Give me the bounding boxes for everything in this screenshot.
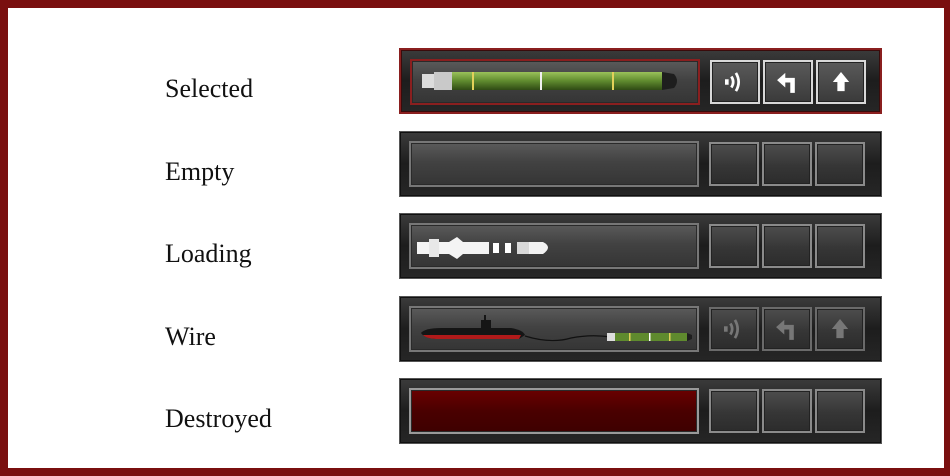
- tube-bay-destroyed[interactable]: [409, 388, 699, 434]
- sonar-button[interactable]: [710, 60, 760, 104]
- tube-slot-loading[interactable]: [399, 213, 882, 279]
- launch-button[interactable]: [815, 307, 865, 351]
- turn-button[interactable]: [762, 307, 812, 351]
- slot-button-1[interactable]: [709, 389, 759, 433]
- turn-button[interactable]: [763, 60, 813, 104]
- state-label-destroyed: Destroyed: [165, 404, 272, 433]
- state-label-wire: Wire: [165, 322, 216, 351]
- turn-icon: [777, 72, 795, 93]
- tube-slot-empty[interactable]: [399, 131, 882, 197]
- slot-button-3[interactable]: [815, 142, 865, 186]
- launch-button[interactable]: [816, 60, 866, 104]
- tube-bay-loading[interactable]: [409, 223, 699, 269]
- slot-button-1[interactable]: [709, 224, 759, 268]
- slot-button-3[interactable]: [815, 389, 865, 433]
- submarine-wire-icon: [421, 315, 692, 342]
- tube-bay-empty[interactable]: [409, 141, 699, 187]
- sonar-icon: [724, 319, 739, 339]
- slot-button-2[interactable]: [762, 142, 812, 186]
- tube-slot-wire[interactable]: [399, 296, 882, 362]
- slot-button-1[interactable]: [709, 142, 759, 186]
- slot-button-3[interactable]: [815, 224, 865, 268]
- turn-icon: [776, 319, 794, 340]
- tube-bay-selected[interactable]: [410, 59, 700, 105]
- sonar-icon: [725, 72, 740, 92]
- slot-button-2[interactable]: [762, 389, 812, 433]
- sonar-button[interactable]: [709, 307, 759, 351]
- state-label-empty: Empty: [165, 157, 235, 186]
- tube-bay-wire[interactable]: [409, 306, 699, 352]
- state-label-loading: Loading: [165, 239, 252, 268]
- torpedo-icon: [422, 72, 677, 90]
- tube-slot-destroyed[interactable]: [399, 378, 882, 444]
- slot-button-2[interactable]: [762, 224, 812, 268]
- state-label-selected: Selected: [165, 74, 254, 103]
- launch-icon: [831, 319, 849, 339]
- missile-icon: [417, 237, 548, 259]
- panel-frame: Selected Empty Loading Wire Destroyed: [0, 0, 950, 476]
- tube-slot-selected[interactable]: [399, 48, 882, 114]
- launch-icon: [832, 72, 850, 92]
